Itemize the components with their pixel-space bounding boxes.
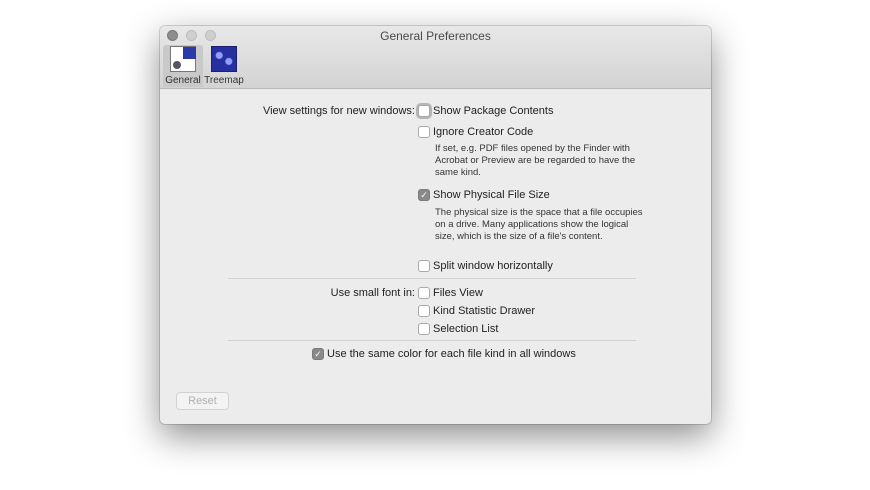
tab-treemap[interactable]: Treemap: [204, 45, 244, 87]
ignore-creator-help: If set, e.g. PDF files opened by the Fin…: [435, 143, 636, 178]
show-physical-file-size-checkbox[interactable]: ✓ Show Physical File Size: [418, 189, 550, 201]
checkbox[interactable]: [418, 287, 430, 299]
checkbox[interactable]: [418, 260, 430, 272]
checkbox-label: Kind Statistic Drawer: [433, 305, 536, 317]
tab-general[interactable]: General: [163, 45, 203, 87]
checkbox-label: Show Physical File Size: [433, 189, 550, 201]
checkbox-label: Ignore Creator Code: [433, 126, 534, 138]
checkbox-label: Selection List: [433, 323, 499, 335]
ignore-creator-code-checkbox[interactable]: Ignore Creator Code: [418, 126, 533, 138]
general-prefs-icon: [170, 46, 196, 72]
checkmark-icon[interactable]: ✓: [312, 348, 324, 360]
checkbox[interactable]: [418, 305, 430, 317]
tab-label: General: [165, 75, 201, 86]
same-color-checkbox[interactable]: ✓ Use the same color for each file kind i…: [312, 348, 576, 360]
checkbox-label: Show Package Contents: [433, 105, 554, 117]
split-window-checkbox[interactable]: Split window horizontally: [418, 260, 553, 272]
checkbox-label: Use the same color for each file kind in…: [327, 348, 576, 360]
preferences-window: General Preferences General Treemap View…: [160, 26, 711, 424]
tab-label: Treemap: [204, 75, 244, 86]
files-view-checkbox[interactable]: Files View: [418, 287, 483, 299]
view-settings-label: View settings for new windows:: [262, 105, 415, 117]
checkmark-icon[interactable]: ✓: [418, 189, 430, 201]
physical-size-help: The physical size is the space that a fi…: [435, 207, 643, 242]
checkbox-label: Files View: [433, 287, 483, 299]
selection-list-checkbox[interactable]: Selection List: [418, 323, 498, 335]
checkbox[interactable]: [418, 105, 430, 117]
divider: [228, 340, 636, 341]
checkbox-label: Split window horizontally: [433, 260, 553, 272]
toolbar: General Preferences General Treemap: [160, 26, 711, 89]
window-title: General Preferences: [380, 29, 491, 43]
small-font-label: Use small font in:: [330, 287, 415, 299]
divider: [228, 278, 636, 279]
treemap-icon: [211, 46, 237, 72]
kind-statistic-drawer-checkbox[interactable]: Kind Statistic Drawer: [418, 305, 535, 317]
show-package-contents-checkbox[interactable]: Show Package Contents: [418, 105, 553, 117]
checkbox[interactable]: [418, 323, 430, 335]
reset-button[interactable]: Reset: [176, 392, 229, 410]
checkbox[interactable]: [418, 126, 430, 138]
